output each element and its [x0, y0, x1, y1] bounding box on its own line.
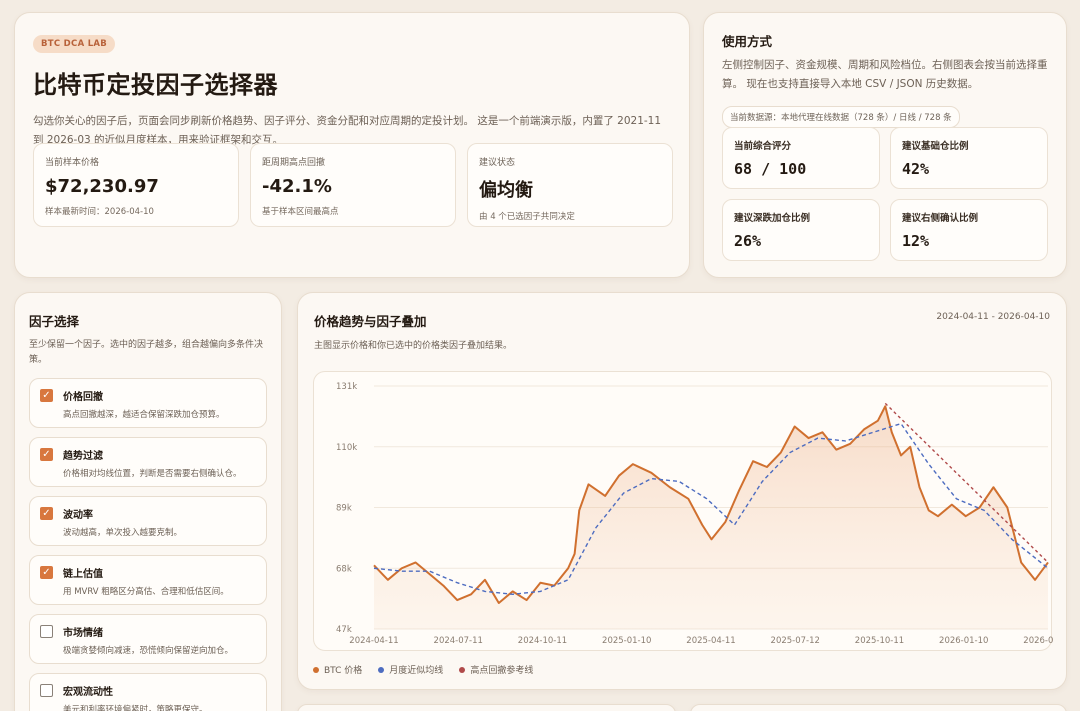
factor-item[interactable]: ✓ 链上估值用 MVRV 粗略区分高估、合理和低估区间。: [29, 555, 267, 605]
factor-item[interactable]: 宏观流动性美元和利率环境偏紧时，策略更保守。: [29, 673, 267, 711]
factor-name: 价格回撤: [63, 392, 103, 403]
price-chart-card: 价格趋势与因子叠加 2024-04-11 - 2026-04-10 主图显示价格…: [297, 292, 1073, 690]
y-tick-label: 68k: [336, 564, 352, 574]
factor-checkbox[interactable]: ✓: [40, 389, 53, 402]
factor-name: 市场情绪: [63, 628, 103, 639]
metric-value: 42%: [902, 160, 930, 178]
factor-item[interactable]: 市场情绪极端贪婪倾向减速，恐慌倾向保留逆向加仓。: [29, 614, 267, 664]
stat-value: -42.1%: [262, 176, 332, 197]
x-tick-label: 2026-01-10: [939, 636, 988, 646]
price-chart[interactable]: 47k 68k 89k 110k 131k 2024-04-11 2024-07-11 202…: [314, 372, 1073, 652]
stat-suggestion: 建议状态 偏均衡 由 4 个已选因子共同决定: [467, 143, 673, 227]
factor-checkbox[interactable]: [40, 684, 53, 697]
brand-badge: BTC DCA LAB: [33, 35, 116, 53]
factor-description: 用 MVRV 粗略区分高估、合理和低估区间。: [63, 587, 229, 597]
factor-panel: 因子选择 至少保留一个因子。选中的因子越多，组合越偏向多条件决策。 ✓ 价格回撤高…: [14, 292, 282, 711]
stat-drawdown: 距周期高点回撤 -42.1% 基于样本区间最高点: [250, 143, 456, 227]
legend-price-dot: [313, 666, 319, 673]
y-tick-label: 47k: [336, 625, 352, 635]
metric-score: 当前综合评分 68 / 100: [722, 127, 880, 189]
legend-drawdown-dot: [459, 666, 466, 673]
factor-item[interactable]: ✓ 趋势过滤价格相对均线位置，判断是否需要右侧确认仓。: [29, 437, 267, 487]
factor-panel-description: 至少保留一个因子。选中的因子越多，组合越偏向多条件决策。: [29, 340, 264, 365]
factor-text: 宏观流动性美元和利率环境偏紧时，策略更保守。: [63, 683, 208, 711]
usage-card: 使用方式 左侧控制因子、资金规模、周期和风险档位。右侧图表会按当前选择重算。 现…: [703, 12, 1067, 278]
y-tick-label: 131k: [336, 382, 357, 392]
factor-text: 价格回撤高点回撤越深，越适合保留深跌加仓预算。: [63, 388, 225, 427]
factor-item[interactable]: ✓ 价格回撤高点回撤越深，越适合保留深跌加仓预算。: [29, 378, 267, 428]
chart-plot-area[interactable]: 47k 68k 89k 110k 131k 2024-04-11 2024-07-11 202…: [313, 371, 1073, 652]
y-tick-label: 89k: [336, 504, 352, 514]
metric-label: 当前综合评分: [734, 141, 792, 152]
factor-name: 链上估值: [63, 569, 103, 580]
y-tick-label: 110k: [336, 443, 357, 453]
metric-value: 68 / 100: [734, 160, 807, 178]
factor-text: 波动率波动越高，单次投入越要克制。: [63, 506, 182, 545]
next-card-right: [690, 704, 1067, 711]
metric-value: 26%: [734, 232, 762, 250]
factor-name: 趋势过滤: [63, 451, 103, 462]
metric-value: 12%: [902, 232, 930, 250]
factor-checkbox[interactable]: ✓: [40, 448, 53, 461]
factor-description: 波动越高，单次投入越要克制。: [63, 528, 183, 538]
stat-sub: 基于样本区间最高点: [262, 207, 339, 217]
metric-label: 建议右侧确认比例: [902, 213, 979, 224]
metric-label: 建议深跌加仓比例: [734, 213, 811, 224]
x-tick-label: 2025-04-11: [686, 636, 735, 646]
next-card-left: [297, 704, 676, 711]
usage-description: 左侧控制因子、资金规模、周期和风险档位。右侧图表会按当前选择重算。 现在也支持直…: [722, 59, 1048, 90]
metric-label: 建议基础仓比例: [902, 141, 969, 152]
stat-value: $72,230.97: [45, 176, 159, 197]
stat-label: 建议状态: [479, 158, 516, 168]
chart-legend: BTC 价格 月度近似均线 高点回撤参考线: [313, 663, 533, 676]
x-tick-label: 2025-07-12: [771, 636, 820, 646]
stat-label: 当前样本价格: [45, 158, 100, 168]
factor-name: 波动率: [63, 510, 93, 521]
factor-description: 高点回撤越深，越适合保留深跌加仓预算。: [63, 410, 225, 420]
metric-confirm-ratio: 建议右侧确认比例 12%: [890, 199, 1048, 261]
factor-description: 极端贪婪倾向减速，恐慌倾向保留逆向加仓。: [63, 646, 234, 656]
factor-text: 市场情绪极端贪婪倾向减速，恐慌倾向保留逆向加仓。: [63, 624, 233, 663]
x-tick-label: 2024-10-11: [518, 636, 567, 646]
metric-base-ratio: 建议基础仓比例 42%: [890, 127, 1048, 189]
legend-item-ma[interactable]: 月度近似均线: [378, 663, 443, 676]
factor-checkbox[interactable]: [40, 625, 53, 638]
stat-label: 距周期高点回撤: [262, 158, 326, 168]
factor-panel-title: 因子选择: [29, 314, 80, 329]
stat-sub: 样本最新时间：2026-04-10: [45, 207, 154, 217]
factor-description: 价格相对均线位置，判断是否需要右侧确认仓。: [63, 469, 242, 479]
legend-ma-dot: [378, 666, 385, 673]
metric-grid: 当前综合评分 68 / 100 建议基础仓比例 42% 建议深跌加仓比例 26%…: [722, 127, 1048, 261]
x-tick-label: 2026-04-10: [1023, 636, 1053, 646]
page-title: 比特币定投因子选择器: [33, 71, 278, 99]
legend-item-price[interactable]: BTC 价格: [313, 663, 362, 676]
price-area: [374, 406, 1048, 629]
metric-dip-ratio: 建议深跌加仓比例 26%: [722, 199, 880, 261]
factor-checkbox[interactable]: ✓: [40, 566, 53, 579]
legend-label: 月度近似均线: [389, 666, 444, 676]
x-tick-label: 2025-10-11: [855, 636, 904, 646]
stat-sub: 由 4 个已选因子共同决定: [479, 212, 575, 222]
stat-current-price: 当前样本价格 $72,230.97 样本最新时间：2026-04-10: [33, 143, 239, 227]
factor-item[interactable]: ✓ 波动率波动越高，单次投入越要克制。: [29, 496, 267, 546]
data-source-badge: 当前数据源：本地代理在线数据（728 条）/ 日线 / 728 条: [722, 106, 960, 128]
x-tick-label: 2025-01-10: [602, 636, 651, 646]
x-tick-label: 2024-07-11: [434, 636, 483, 646]
factor-checkbox[interactable]: ✓: [40, 507, 53, 520]
hero-card: BTC DCA LAB 比特币定投因子选择器 勾选你关心的因子后，页面会同步刷新…: [14, 12, 690, 278]
usage-title: 使用方式: [722, 34, 773, 49]
legend-label: 高点回撤参考线: [470, 666, 534, 676]
legend-item-drawdown[interactable]: 高点回撤参考线: [459, 663, 533, 676]
stat-row: 当前样本价格 $72,230.97 样本最新时间：2026-04-10 距周期高…: [33, 143, 673, 227]
stat-value: 偏均衡: [479, 180, 533, 201]
factor-description: 美元和利率环境偏紧时，策略更保守。: [63, 705, 208, 711]
chart-date-range: 2024-04-11 - 2026-04-10: [936, 312, 1050, 322]
legend-label: BTC 价格: [324, 666, 363, 676]
factor-name: 宏观流动性: [63, 687, 113, 698]
x-tick-label: 2024-04-11: [349, 636, 398, 646]
factor-text: 链上估值用 MVRV 粗略区分高估、合理和低估区间。: [63, 565, 229, 604]
factor-text: 趋势过滤价格相对均线位置，判断是否需要右侧确认仓。: [63, 447, 242, 486]
factor-list: ✓ 价格回撤高点回撤越深，越适合保留深跌加仓预算。 ✓ 趋势过滤价格相对均线位置，判断…: [29, 378, 267, 711]
chart-description: 主图显示价格和你已选中的价格类因子叠加结果。: [314, 341, 513, 351]
